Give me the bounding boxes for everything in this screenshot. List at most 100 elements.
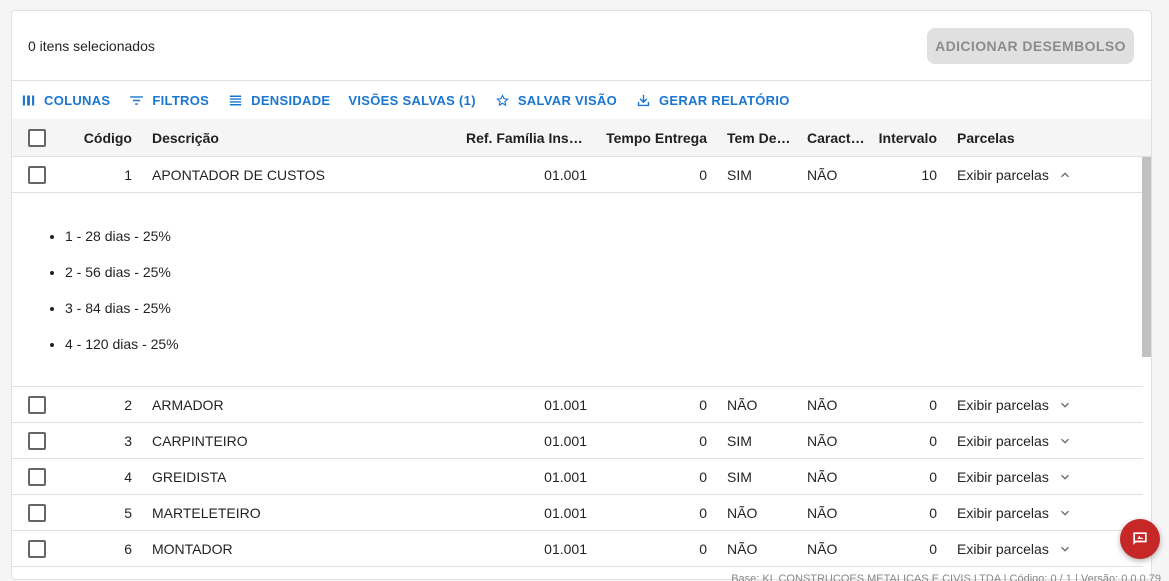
show-parcels-label: Exibir parcelas <box>957 166 1049 183</box>
table-row[interactable]: 4 GREIDISTA 01.001 0 SIM NÃO 0 Exibir pa… <box>12 459 1143 495</box>
show-parcels-toggle[interactable]: Exibir parcelas <box>947 541 1143 557</box>
grid-body: 1 APONTADOR DE CUSTOS 01.001 0 SIM NÃO 1… <box>12 157 1151 567</box>
vertical-scrollbar[interactable] <box>1142 157 1151 357</box>
cell-descricao: MARTELETEIRO <box>152 504 261 521</box>
cell-tem: NÃO <box>727 540 758 557</box>
header-codigo[interactable]: Código <box>62 130 136 146</box>
selection-bar: 0 itens selecionados ADICIONAR DESEMBOLS… <box>12 11 1151 81</box>
table-row[interactable]: 2 ARMADOR 01.001 0 NÃO NÃO 0 Exibir parc… <box>12 387 1143 423</box>
cell-ref: 01.001 <box>544 432 587 449</box>
cell-tempo: 0 <box>699 432 707 449</box>
cell-codigo: 3 <box>124 432 132 449</box>
filters-button[interactable]: FILTROS <box>128 92 209 109</box>
row-select-cell <box>12 503 62 522</box>
density-icon <box>229 95 242 105</box>
feedback-icon <box>1133 532 1147 545</box>
chevron-up-icon <box>1060 171 1069 177</box>
chevron-down-icon <box>1060 510 1069 516</box>
density-button[interactable]: DENSIDADE <box>227 92 330 109</box>
show-parcels-label: Exibir parcelas <box>957 432 1049 449</box>
show-parcels-toggle[interactable]: Exibir parcelas <box>947 469 1143 485</box>
row-checkbox[interactable] <box>28 467 46 486</box>
select-all-checkbox[interactable] <box>28 128 46 147</box>
cell-caract: NÃO <box>807 540 838 557</box>
parcel-item: 2 - 56 dias - 25% <box>65 262 1143 298</box>
cell-intervalo: 0 <box>929 504 937 521</box>
parcel-item: 3 - 84 dias - 25% <box>65 298 1143 334</box>
parcel-item: 4 - 120 dias - 25% <box>65 334 1143 370</box>
cell-tem: SIM <box>727 468 752 485</box>
header-tem-desembolso[interactable]: Tem Desembolso <box>717 130 797 146</box>
cell-intervalo: 10 <box>921 166 937 183</box>
columns-button[interactable]: COLUNAS <box>20 92 110 109</box>
show-parcels-label: Exibir parcelas <box>957 468 1049 485</box>
row-checkbox[interactable] <box>28 539 46 558</box>
table-row[interactable]: 1 APONTADOR DE CUSTOS 01.001 0 SIM NÃO 1… <box>12 157 1143 193</box>
density-label: DENSIDADE <box>251 92 331 108</box>
cell-tem: NÃO <box>727 396 758 413</box>
table-row[interactable]: 5 MARTELETEIRO 01.001 0 NÃO NÃO 0 Exibir… <box>12 495 1143 531</box>
header-parcelas[interactable]: Parcelas <box>947 130 1151 146</box>
header-ref-familia[interactable]: Ref. Família Insumo <box>466 130 597 146</box>
cell-intervalo: 0 <box>929 396 937 413</box>
header-descricao[interactable]: Descrição <box>136 130 466 146</box>
chevron-down-icon <box>1060 438 1069 444</box>
selected-count: 0 itens selecionados <box>28 37 155 54</box>
row-checkbox[interactable] <box>28 503 46 522</box>
table-row[interactable]: 3 CARPINTEIRO 01.001 0 SIM NÃO 0 Exibir … <box>12 423 1143 459</box>
parcels-detail-panel: 1 - 28 dias - 25% 2 - 56 dias - 25% 3 - … <box>12 193 1143 387</box>
show-parcels-toggle[interactable]: Exibir parcelas <box>947 397 1143 413</box>
show-parcels-toggle[interactable]: Exibir parcelas <box>947 505 1143 521</box>
parcels-list: 1 - 28 dias - 25% 2 - 56 dias - 25% 3 - … <box>42 226 1143 370</box>
saved-views-label: VISÕES SALVAS (1) <box>348 92 476 108</box>
data-grid-panel: 0 itens selecionados ADICIONAR DESEMBOLS… <box>11 10 1152 580</box>
row-select-cell <box>12 539 62 558</box>
generate-report-button[interactable]: GERAR RELATÓRIO <box>635 92 790 109</box>
column-headers: Código Descrição Ref. Família Insumo Tem… <box>12 119 1151 157</box>
row-checkbox[interactable] <box>28 395 46 414</box>
cell-intervalo: 0 <box>929 432 937 449</box>
star-icon <box>495 93 509 106</box>
select-all-cell <box>12 128 62 147</box>
cell-caract: NÃO <box>807 504 838 521</box>
header-tempo-entrega[interactable]: Tempo Entrega <box>597 130 717 146</box>
cell-codigo: 2 <box>124 396 132 413</box>
chevron-down-icon <box>1060 546 1069 552</box>
saved-views-button[interactable]: VISÕES SALVAS (1) <box>348 93 475 108</box>
cell-tempo: 0 <box>699 396 707 413</box>
grid-toolbar: COLUNAS FILTROS DENSIDADE VISÕES SALVAS … <box>12 81 1151 119</box>
cell-tempo: 0 <box>699 504 707 521</box>
chevron-down-icon <box>1060 402 1069 408</box>
cell-codigo: 1 <box>124 166 132 183</box>
header-caracteristica[interactable]: Característica <box>797 130 867 146</box>
show-parcels-label: Exibir parcelas <box>957 396 1049 413</box>
cell-tempo: 0 <box>699 540 707 557</box>
show-parcels-label: Exibir parcelas <box>957 540 1049 557</box>
download-icon <box>637 94 650 106</box>
filters-label: FILTROS <box>152 92 210 108</box>
row-checkbox[interactable] <box>28 431 46 450</box>
header-intervalo[interactable]: Intervalo <box>867 130 947 146</box>
cell-codigo: 4 <box>124 468 132 485</box>
cell-caract: NÃO <box>807 166 838 183</box>
table-row[interactable]: 6 MONTADOR 01.001 0 NÃO NÃO 0 Exibir par… <box>12 531 1143 567</box>
show-parcels-toggle[interactable]: Exibir parcelas <box>947 167 1143 183</box>
cell-caract: NÃO <box>807 432 838 449</box>
parcel-item: 1 - 28 dias - 25% <box>65 226 1143 262</box>
cell-descricao: ARMADOR <box>152 396 224 413</box>
save-view-button[interactable]: SALVAR VISÃO <box>494 92 617 109</box>
cell-ref: 01.001 <box>544 396 587 413</box>
cell-caract: NÃO <box>807 396 838 413</box>
feedback-button[interactable] <box>1120 519 1160 559</box>
cell-tem: SIM <box>727 166 752 183</box>
row-checkbox[interactable] <box>28 165 46 184</box>
footer-info: Base: KL CONSTRUCOES METALICAS E CIVIS L… <box>731 573 1161 581</box>
cell-ref: 01.001 <box>544 504 587 521</box>
cell-tem: SIM <box>727 432 752 449</box>
row-select-cell <box>12 467 62 486</box>
cell-tem: NÃO <box>727 504 758 521</box>
cell-intervalo: 0 <box>929 540 937 557</box>
add-disbursement-button[interactable]: ADICIONAR DESEMBOLSO <box>927 27 1134 64</box>
cell-caract: NÃO <box>807 468 838 485</box>
show-parcels-toggle[interactable]: Exibir parcelas <box>947 433 1143 449</box>
